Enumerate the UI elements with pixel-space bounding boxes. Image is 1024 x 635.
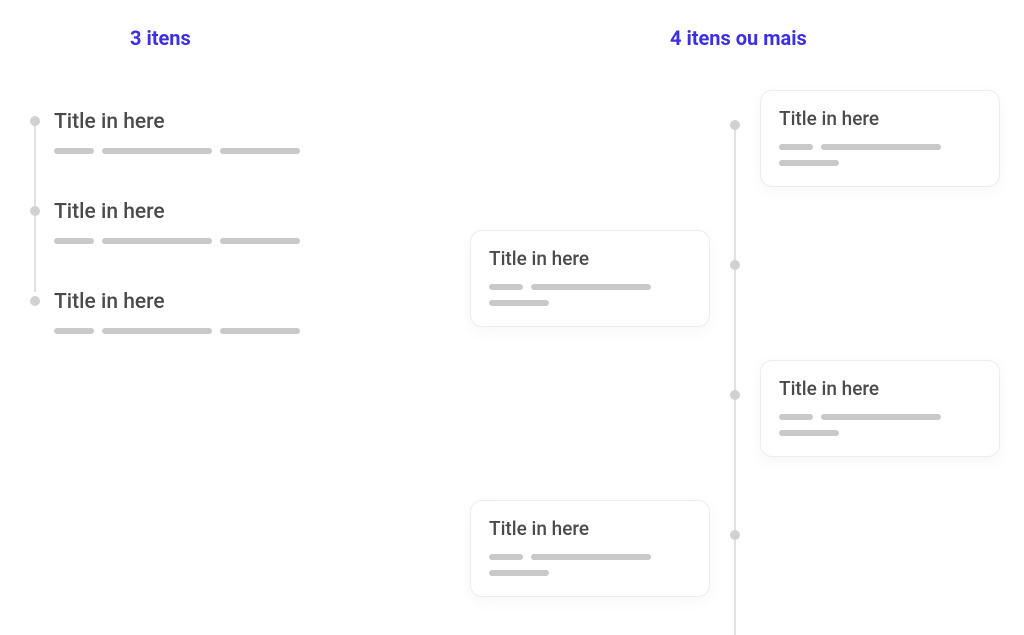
skeleton-bar bbox=[489, 300, 549, 306]
heading-right: 4 itens ou mais bbox=[670, 26, 807, 50]
skeleton-bar bbox=[102, 148, 212, 154]
skeleton-bar bbox=[779, 144, 813, 150]
skeleton-bar bbox=[220, 238, 300, 244]
timeline-card: Title in here bbox=[760, 90, 1000, 187]
skeleton-bar bbox=[220, 328, 300, 334]
timeline-dot-icon bbox=[730, 530, 740, 540]
skeleton-bar bbox=[531, 284, 651, 290]
timeline-dot-icon bbox=[30, 296, 40, 306]
skeleton-text bbox=[54, 148, 330, 154]
skeleton-bar bbox=[54, 328, 94, 334]
heading-left: 3 itens bbox=[130, 26, 191, 50]
timeline-item-title: Title in here bbox=[54, 110, 330, 134]
skeleton-text bbox=[489, 300, 691, 306]
timeline-dot-icon bbox=[730, 120, 740, 130]
skeleton-text bbox=[489, 284, 691, 290]
timeline-3-items: Title in here Title in here Title in here bbox=[30, 110, 330, 380]
timeline-card-title: Title in here bbox=[489, 517, 691, 540]
skeleton-bar bbox=[779, 160, 839, 166]
skeleton-text bbox=[54, 238, 330, 244]
timeline-item-title: Title in here bbox=[54, 200, 330, 224]
skeleton-text bbox=[54, 328, 330, 334]
skeleton-bar bbox=[821, 414, 941, 420]
skeleton-bar bbox=[489, 554, 523, 560]
timeline-item: Title in here bbox=[30, 110, 330, 154]
timeline-card-title: Title in here bbox=[779, 377, 981, 400]
timeline-card: Title in here bbox=[470, 230, 710, 327]
timeline-card: Title in here bbox=[760, 360, 1000, 457]
skeleton-text bbox=[489, 554, 691, 560]
skeleton-bar bbox=[821, 144, 941, 150]
timeline-item: Title in here bbox=[30, 200, 330, 244]
skeleton-text bbox=[779, 414, 981, 420]
timeline-dot-icon bbox=[30, 116, 40, 126]
skeleton-text bbox=[489, 570, 691, 576]
timeline-4-plus-items: Title in here Title in here Title in here T… bbox=[450, 90, 1010, 630]
skeleton-bar bbox=[531, 554, 651, 560]
skeleton-bar bbox=[220, 148, 300, 154]
skeleton-bar bbox=[489, 284, 523, 290]
timeline-dot-icon bbox=[30, 206, 40, 216]
timeline-card-title: Title in here bbox=[779, 107, 981, 130]
skeleton-bar bbox=[779, 430, 839, 436]
skeleton-text bbox=[779, 430, 981, 436]
skeleton-bar bbox=[489, 570, 549, 576]
timeline-card: Title in here bbox=[470, 500, 710, 597]
skeleton-bar bbox=[102, 238, 212, 244]
timeline-card-title: Title in here bbox=[489, 247, 691, 270]
timeline-dot-icon bbox=[730, 390, 740, 400]
skeleton-bar bbox=[779, 414, 813, 420]
timeline-item-title: Title in here bbox=[54, 290, 330, 314]
timeline-rail bbox=[734, 125, 736, 635]
skeleton-text bbox=[779, 144, 981, 150]
timeline-item: Title in here bbox=[30, 290, 330, 334]
skeleton-text bbox=[779, 160, 981, 166]
skeleton-bar bbox=[54, 238, 94, 244]
skeleton-bar bbox=[54, 148, 94, 154]
skeleton-bar bbox=[102, 328, 212, 334]
timeline-dot-icon bbox=[730, 260, 740, 270]
